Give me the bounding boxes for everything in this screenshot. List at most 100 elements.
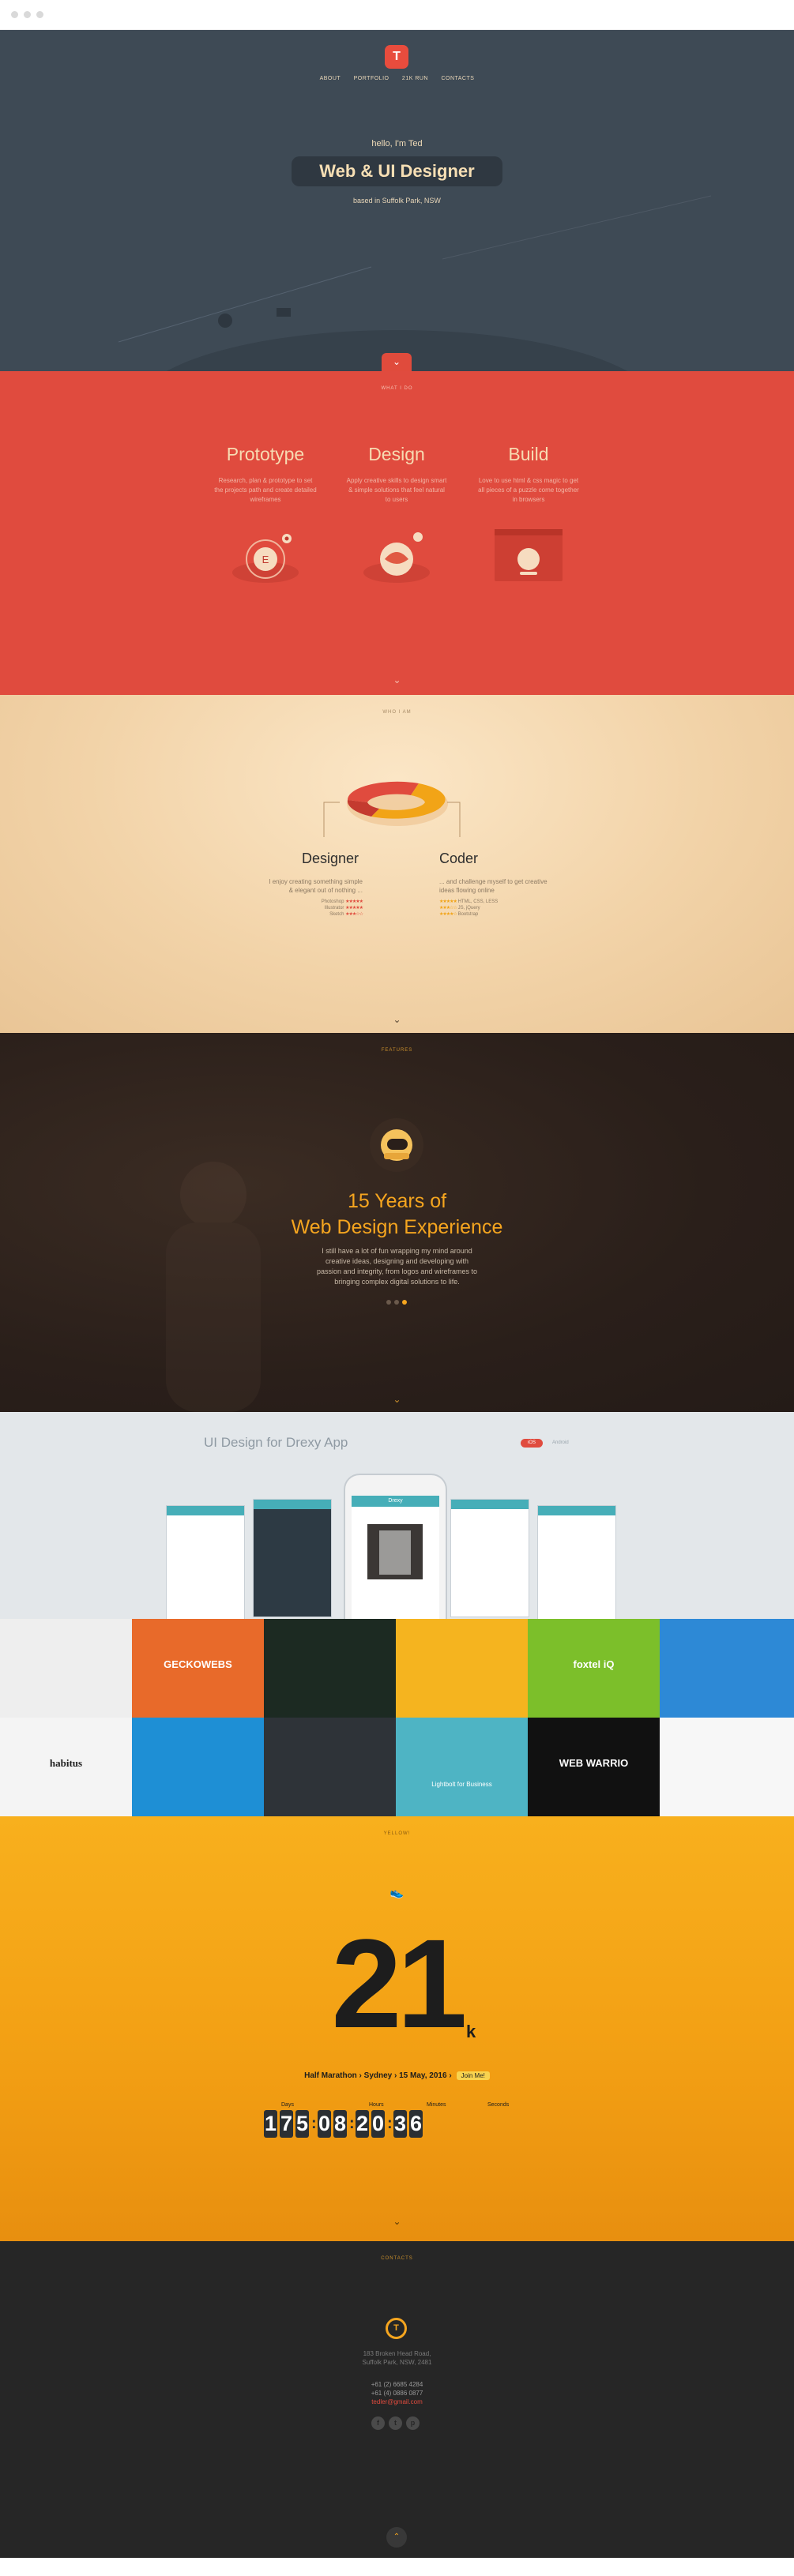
nav-about[interactable]: ABOUT — [320, 76, 341, 81]
race-distance-number: 21 — [331, 1913, 468, 2054]
hours-label: Hours — [369, 2102, 384, 2108]
address-line-2: Suffolk Park, NSW, 2481 — [362, 2359, 432, 2366]
yellow-21k-section: YELLOW! 👟 21 k Half Marathon › Sydney › … — [0, 1816, 794, 2241]
build-column: Build Love to use html & css magic to ge… — [477, 444, 580, 505]
app-screen-product — [450, 1499, 529, 1617]
portfolio-tile[interactable]: Lightbolt for Business — [396, 1718, 528, 1816]
minutes-label: Minutes — [427, 2102, 446, 2108]
rating-row: ★★★★☆ Bootstrap — [439, 912, 479, 917]
portfolio-tile[interactable]: habitus — [0, 1718, 132, 1816]
iphone-mockup: Drexy — [344, 1474, 447, 1619]
countdown-digit: 8 — [333, 2110, 347, 2138]
coder-ratings: ★★★★★ HTML, CSS, LESS ★★★☆☆ JS, jQuery ★… — [439, 899, 550, 918]
address-line-1: 183 Broken Head Road, — [363, 2350, 431, 2357]
rating-row: Sketch ★★★☆☆ — [329, 912, 363, 917]
chevron-down-icon[interactable]: ⌄ — [391, 2215, 404, 2228]
race-distance-unit: k — [466, 2022, 476, 2041]
designer-column: Designer I enjoy creating something simp… — [265, 851, 363, 918]
features-text: I still have a lot of fun wrapping my mi… — [317, 1247, 477, 1286]
coder-title: Coder — [439, 851, 479, 866]
hero-section: T ABOUT PORTFOLIO 21K RUN CONTACTS hello… — [0, 30, 794, 371]
countdown-separator: : — [387, 2115, 393, 2132]
race-info: Half Marathon › Sydney › 15 May, 2016 › — [304, 2071, 452, 2080]
site-logo[interactable]: T — [385, 45, 408, 69]
designer-title: Designer — [302, 851, 359, 866]
chevron-down-icon: ⌄ — [392, 356, 401, 367]
portfolio-tile[interactable] — [660, 1718, 794, 1816]
chevron-down-icon[interactable]: ⌄ — [391, 1393, 404, 1406]
skills-donut-chart — [323, 781, 461, 837]
contacts-section: CONTACTS T 183 Broken Head Road, Suffolk… — [0, 2241, 794, 2558]
email-link[interactable]: tedler@gmail.com — [0, 2398, 794, 2406]
app-screen-calendar — [166, 1505, 245, 1619]
portfolio-tile[interactable]: foxtel iQ — [528, 1619, 660, 1718]
portfolio-tile[interactable] — [396, 1619, 528, 1718]
twitter-icon[interactable]: t — [389, 2416, 402, 2430]
race-details: Half Marathon › Sydney › 15 May, 2016 › J… — [0, 2071, 794, 2080]
rating-row: ★★★★★ HTML, CSS, LESS — [439, 899, 499, 904]
countdown-digit: 7 — [280, 2110, 293, 2138]
nav-21k-run[interactable]: 21K RUN — [402, 76, 428, 81]
prototype-column: Prototype Research, plan & prototype to … — [214, 444, 317, 505]
portfolio-tile[interactable] — [660, 1619, 794, 1718]
scroll-down-button[interactable]: ⌄ — [382, 353, 412, 371]
back-to-top-button[interactable]: ⌃ — [386, 2527, 407, 2548]
features-section: FEATURES 15 Years of Web Design Experien… — [0, 1033, 794, 1412]
section-label: CONTACTS — [381, 2256, 413, 2261]
column-text: Research, plan & prototype to set the pr… — [214, 477, 317, 503]
pinterest-icon[interactable]: p — [406, 2416, 420, 2430]
portfolio-tile[interactable]: GECKOWEBS — [132, 1619, 264, 1718]
phone-number-2[interactable]: +61 (4) 0886 0877 — [0, 2389, 794, 2398]
countdown-digit: 0 — [371, 2110, 385, 2138]
rating-row: Photoshop ★★★★★ — [321, 899, 363, 904]
tab-android[interactable]: Android — [552, 1439, 569, 1448]
countdown-digit: 0 — [318, 2110, 331, 2138]
countdown-separator: : — [349, 2115, 355, 2132]
rating-row: ★★★☆☆ JS, jQuery — [439, 906, 480, 911]
coder-connector — [447, 802, 461, 837]
carousel-dot[interactable] — [386, 1300, 391, 1305]
rating-row: Illustrator ★★★★★ — [324, 906, 363, 911]
carousel-dots — [386, 1300, 407, 1305]
who-i-am-section: WHO I AM Designer I enjoy creating somet… — [0, 695, 794, 1033]
countdown-digit: 6 — [409, 2110, 423, 2138]
join-me-button[interactable]: Join Me! — [456, 2071, 490, 2080]
facebook-icon[interactable]: f — [371, 2416, 385, 2430]
prototype-badge-letter: E — [262, 554, 269, 565]
coder-column: Coder ... and challenge myself to get cr… — [439, 851, 550, 918]
chevron-down-icon[interactable]: ⌄ — [391, 674, 404, 686]
column-title: Build — [508, 444, 549, 464]
carousel-dot[interactable] — [394, 1300, 399, 1305]
build-illustration — [495, 529, 563, 581]
section-label: WHAT I DO — [381, 386, 413, 391]
window-maximize-dot[interactable] — [36, 11, 43, 18]
nav-portfolio[interactable]: PORTFOLIO — [354, 76, 389, 81]
countdown-separator: : — [311, 2115, 317, 2132]
portfolio-tile[interactable] — [264, 1718, 396, 1816]
carousel-dot-active[interactable] — [402, 1300, 407, 1305]
coder-text: ... and challenge myself to get creative… — [439, 878, 548, 894]
features-title: 15 Years of Web Design Experience — [0, 1188, 794, 1241]
main-nav: ABOUT PORTFOLIO 21K RUN CONTACTS — [0, 76, 794, 81]
seconds-label: Seconds — [487, 2102, 510, 2108]
tab-ios[interactable]: iOS — [521, 1439, 543, 1448]
column-title: Prototype — [226, 444, 305, 464]
design-illustration — [363, 532, 430, 583]
phone-number-1[interactable]: +61 (2) 6685 4284 — [0, 2380, 794, 2389]
address: 183 Broken Head Road, Suffolk Park, NSW,… — [0, 2349, 794, 2367]
social-links: f t p — [371, 2416, 420, 2430]
column-text: Love to use html & css magic to get all … — [478, 477, 579, 503]
portfolio-tile[interactable]: WEB WARRIO — [528, 1718, 660, 1816]
chevron-down-icon[interactable]: ⌄ — [391, 1013, 404, 1026]
window-minimize-dot[interactable] — [24, 11, 31, 18]
portfolio-tile[interactable] — [264, 1619, 396, 1718]
portfolio-tile[interactable] — [0, 1619, 132, 1718]
window-close-dot[interactable] — [11, 11, 18, 18]
portfolio-tile[interactable] — [132, 1718, 264, 1816]
nav-contacts[interactable]: CONTACTS — [441, 76, 474, 81]
countdown-timer: 1 7 5 : 0 8 : 2 0 : 3 6 — [264, 2110, 423, 2138]
what-i-do-section: WHAT I DO Prototype Research, plan & pro… — [0, 371, 794, 695]
designer-connector — [323, 802, 340, 837]
chevron-up-icon: ⌃ — [393, 2533, 401, 2541]
section-label: YELLOW! — [383, 1831, 411, 1836]
